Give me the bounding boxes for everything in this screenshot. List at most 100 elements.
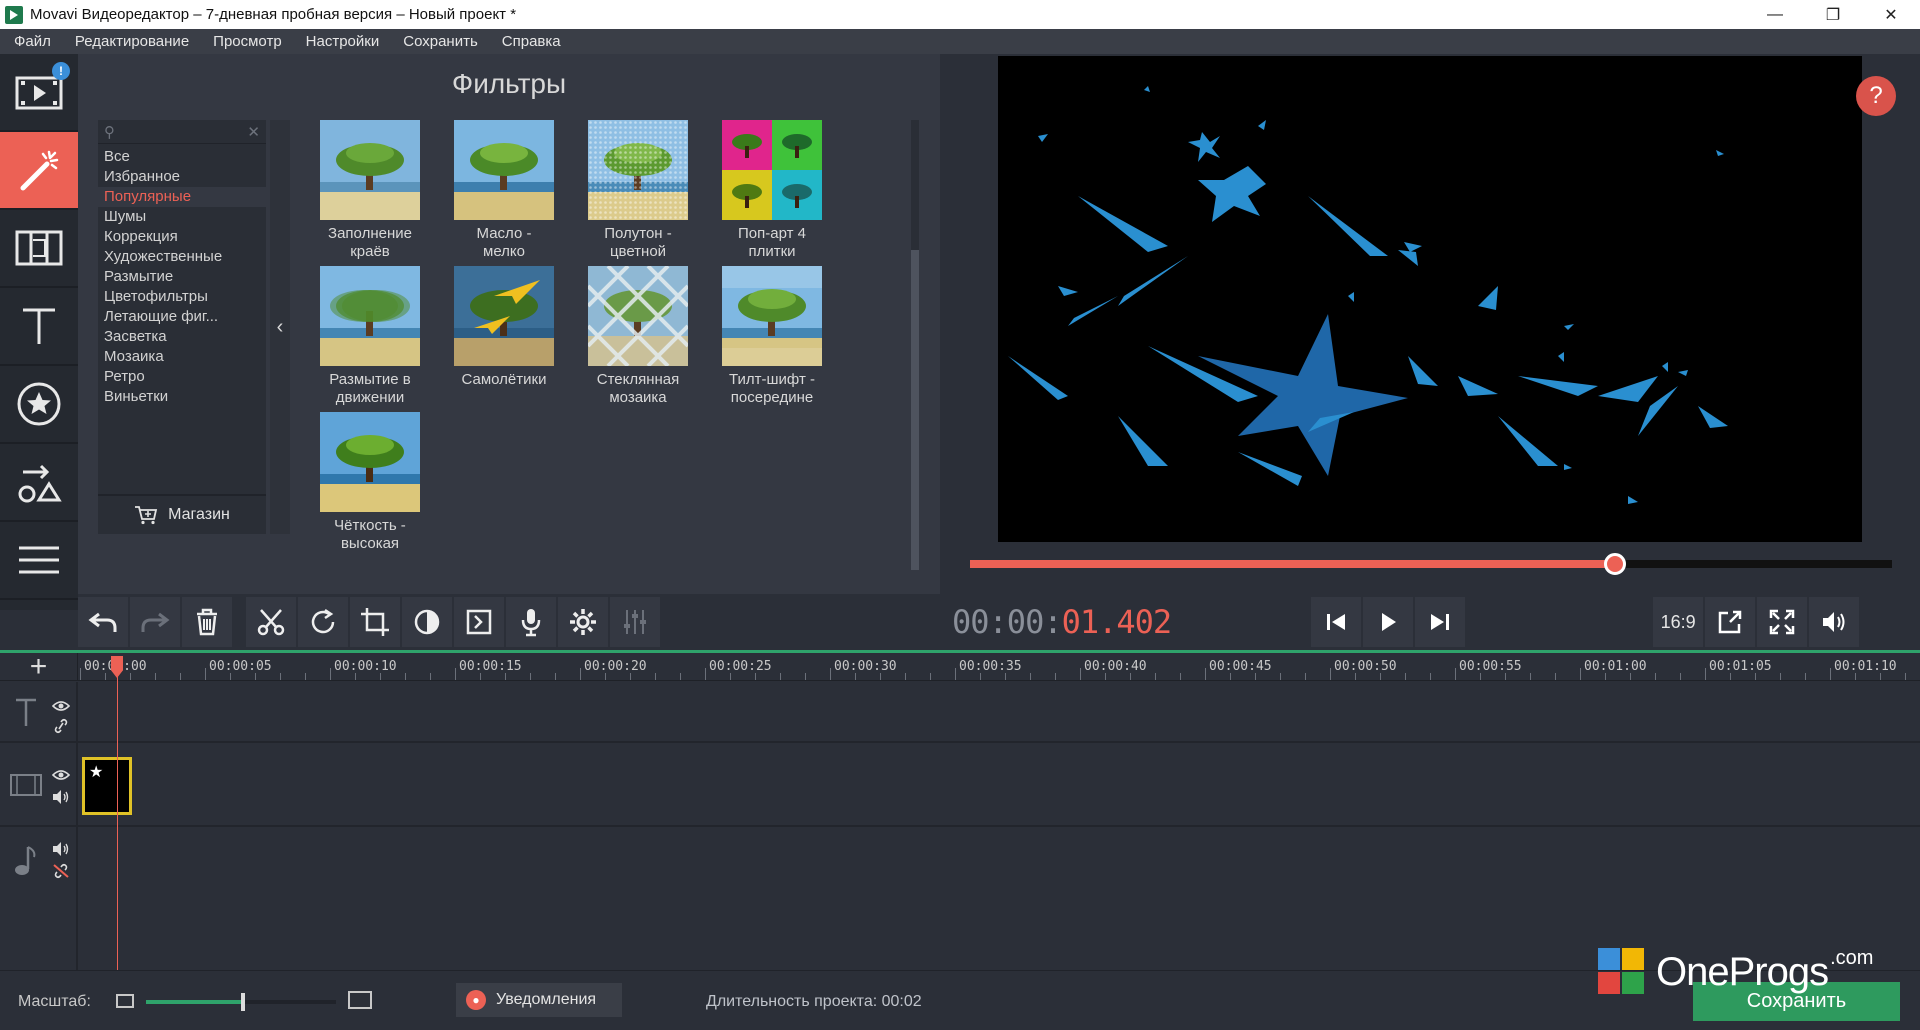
filter-item[interactable]: Заполнение краёв (302, 120, 438, 261)
video-track (0, 743, 1920, 827)
ruler-tick (1880, 673, 1881, 680)
previous-frame-button[interactable] (1311, 597, 1362, 647)
tool-stickers[interactable] (0, 366, 78, 444)
undo-button[interactable] (78, 597, 128, 647)
filters-panel: Фильтры ⚲ ✕ Все Избранное Популярные Шум… (78, 54, 940, 594)
playhead[interactable] (117, 660, 118, 970)
category-item[interactable]: Летающие фиг... (98, 307, 266, 327)
preview-progress-bar[interactable] (970, 553, 1892, 575)
filter-item[interactable]: Размытие в движении (302, 266, 438, 407)
delete-button[interactable] (182, 597, 232, 647)
category-item[interactable]: Засветка (98, 327, 266, 347)
category-item[interactable]: Коррекция (98, 227, 266, 247)
category-item-active[interactable]: Популярные (98, 187, 266, 207)
ruler-tick-label: 00:01:05 (1709, 659, 1772, 674)
tool-filters[interactable] (0, 132, 78, 210)
zoom-handle[interactable] (241, 993, 245, 1011)
close-button[interactable]: ✕ (1862, 0, 1920, 29)
clear-search-icon[interactable]: ✕ (247, 123, 260, 141)
filters-scrollbar[interactable] (911, 120, 919, 570)
crop-button[interactable] (350, 597, 400, 647)
speaker-icon[interactable] (52, 841, 70, 857)
zoom-in-icon[interactable] (348, 991, 372, 1009)
play-button[interactable] (1363, 597, 1414, 647)
category-item[interactable]: Мозаика (98, 347, 266, 367)
tool-more[interactable] (0, 522, 78, 600)
filter-caption: посередине (730, 389, 814, 406)
ruler-tick (1130, 673, 1131, 680)
zoom-slider[interactable] (146, 993, 336, 1011)
tool-titles[interactable] (0, 288, 78, 366)
ruler-tick (155, 673, 156, 680)
audio-mixer-button[interactable] (610, 597, 660, 647)
clip-settings-button[interactable] (558, 597, 608, 647)
filter-caption: Чёткость - (334, 517, 406, 534)
undo-icon (88, 612, 117, 632)
add-track-button[interactable]: + (0, 650, 78, 683)
aspect-ratio-button[interactable]: 16:9 (1653, 597, 1704, 647)
timecode-base: 00:00: (952, 603, 1063, 641)
help-button[interactable]: ? (1856, 76, 1896, 116)
eye-icon[interactable] (52, 698, 70, 714)
detach-preview-button[interactable] (1705, 597, 1756, 647)
ruler-tick (180, 673, 181, 680)
record-voice-button[interactable] (506, 597, 556, 647)
ruler-tick-label: 00:00:15 (459, 659, 522, 674)
category-item[interactable]: Избранное (98, 167, 266, 187)
scrollbar-thumb[interactable] (911, 250, 919, 570)
filter-item[interactable]: Полутон - цветной (570, 120, 706, 261)
filter-item[interactable]: Самолётики (436, 266, 572, 389)
split-button[interactable] (246, 597, 296, 647)
ruler-tick (530, 673, 531, 680)
ruler-tick-label: 00:00:20 (584, 659, 647, 674)
ruler-tick (1830, 668, 1831, 680)
video-preview[interactable] (998, 56, 1862, 542)
menu-save[interactable]: Сохранить (391, 33, 490, 50)
color-adjust-button[interactable] (402, 597, 452, 647)
minimize-button[interactable]: — (1746, 0, 1804, 29)
shop-button[interactable]: Магазин (98, 494, 266, 534)
unlink-icon[interactable] (52, 863, 70, 879)
menu-edit[interactable]: Редактирование (63, 33, 201, 50)
menu-settings[interactable]: Настройки (294, 33, 392, 50)
category-item[interactable]: Ретро (98, 367, 266, 387)
redo-button[interactable] (130, 597, 180, 647)
tool-transitions[interactable] (0, 210, 78, 288)
timeline-clip[interactable]: ★ (82, 757, 132, 815)
filter-item[interactable]: Стеклянная мозаика (570, 266, 706, 407)
progress-knob[interactable] (1604, 553, 1627, 575)
restore-button[interactable]: ❐ (1804, 0, 1862, 29)
timeline-ruler[interactable]: + 00:00:0000:00:0500:00:1000:00:1500:00:… (0, 650, 1920, 683)
category-item[interactable]: Размытие (98, 267, 266, 287)
filter-item[interactable]: Тилт-шифт - посередине (704, 266, 840, 407)
equalizer-icon (624, 610, 646, 634)
tool-callouts[interactable] (0, 444, 78, 522)
speaker-icon[interactable] (52, 789, 70, 805)
category-item[interactable]: Цветофильтры (98, 287, 266, 307)
stabilize-button[interactable] (454, 597, 504, 647)
edit-toolbar (78, 594, 940, 650)
category-item[interactable]: Все (98, 147, 266, 167)
collapse-panel-button[interactable]: ‹ (270, 120, 290, 534)
tool-import[interactable]: ! (0, 54, 78, 132)
menu-help[interactable]: Справка (490, 33, 573, 50)
filter-item[interactable]: Масло - мелко (436, 120, 572, 261)
menu-view[interactable]: Просмотр (201, 33, 294, 50)
notifications-button[interactable]: ● Уведомления (456, 983, 622, 1017)
eye-icon[interactable] (52, 767, 70, 783)
next-frame-button[interactable] (1415, 597, 1466, 647)
filter-item[interactable]: Поп-арт 4 плитки (704, 120, 840, 261)
fullscreen-button[interactable] (1757, 597, 1808, 647)
category-item[interactable]: Виньетки (98, 387, 266, 407)
menu-file[interactable]: Файл (0, 33, 63, 50)
link-icon[interactable] (52, 718, 70, 734)
category-search[interactable]: ⚲ ✕ (98, 120, 266, 144)
filter-caption: Поп-арт 4 (738, 225, 806, 242)
volume-button[interactable] (1809, 597, 1860, 647)
category-item[interactable]: Художественные (98, 247, 266, 267)
rotate-button[interactable] (298, 597, 348, 647)
zoom-out-icon[interactable] (116, 994, 134, 1008)
category-item[interactable]: Шумы (98, 207, 266, 227)
ruler-tick (430, 673, 431, 680)
filter-item[interactable]: Чёткость - высокая (302, 412, 438, 553)
